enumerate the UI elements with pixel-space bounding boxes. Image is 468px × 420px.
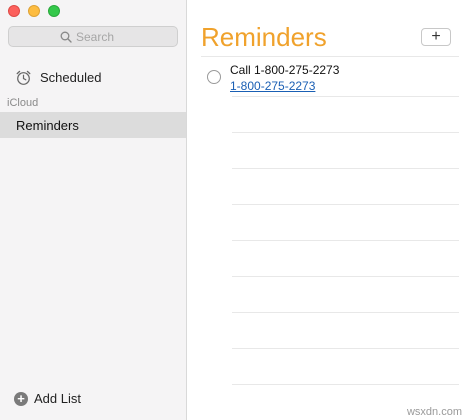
add-reminder-button[interactable]: + [421,28,451,46]
row-divider [232,204,459,205]
search-input[interactable] [76,29,126,44]
row-divider [232,348,459,349]
row-divider [232,384,459,385]
plus-circle-icon: + [14,391,28,406]
add-list-button[interactable]: + Add List [14,391,81,406]
close-window-button[interactable] [8,5,20,17]
sidebar-item-label: Reminders [16,117,79,133]
minimize-window-button[interactable] [28,5,40,17]
divider [201,56,459,57]
page-title: Reminders [201,22,327,52]
zoom-window-button[interactable] [48,5,60,17]
row-divider [232,132,459,133]
reminders-pane: Reminders + Call 1-800-275-2273 1-800-27… [187,0,468,420]
sidebar: Scheduled iCloud Reminders + Add List [0,0,187,420]
search-field[interactable] [8,26,178,47]
reminders-window: Scheduled iCloud Reminders + Add List Re… [0,0,468,420]
search-icon [60,31,72,43]
row-divider [232,312,459,313]
row-divider [232,240,459,241]
add-list-label: Add List [34,391,81,406]
window-controls [8,5,60,17]
sidebar-item-reminders[interactable]: Reminders [0,112,186,138]
alarm-clock-icon [16,70,31,85]
sidebar-item-label: Scheduled [40,69,102,85]
row-divider [232,276,459,277]
sidebar-item-scheduled[interactable]: Scheduled [0,64,186,90]
reminder-title[interactable]: Call 1-800-275-2273 [230,63,339,77]
section-header-icloud: iCloud [7,97,39,109]
phone-link[interactable]: 1-800-275-2273 [230,79,315,93]
complete-checkbox[interactable] [207,70,221,84]
row-divider [232,96,459,97]
row-divider [232,168,459,169]
watermark: wsxdn.com [406,406,462,418]
